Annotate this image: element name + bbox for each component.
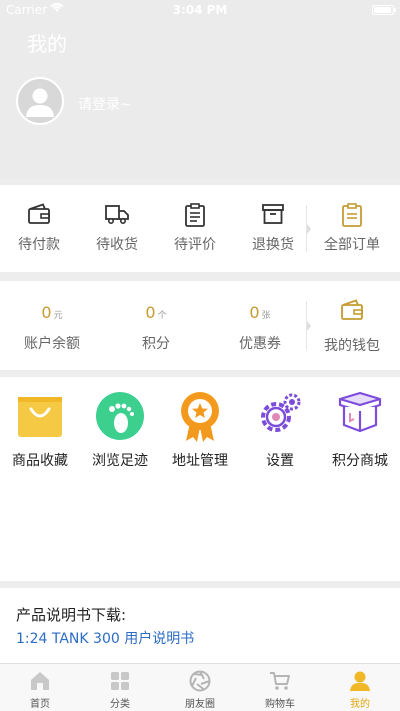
- gear-icon: [261, 393, 301, 432]
- all-orders-label: 全部订单: [324, 237, 380, 253]
- stat-label: 账户余额: [24, 336, 80, 352]
- clipboard-icon: [185, 203, 205, 227]
- tab-label: 首页: [30, 699, 50, 710]
- tab-bar: 首页 分类 朋友圈 购物车 我的: [0, 663, 400, 711]
- wallet-icon: [28, 203, 50, 224]
- order-pending-review[interactable]: 待评价: [156, 185, 234, 272]
- grid-icon: [111, 672, 129, 690]
- battery-icon: [372, 5, 396, 15]
- tab-label: 我的: [350, 699, 370, 710]
- footprint-icon: [96, 392, 144, 440]
- service-label: 浏览足迹: [92, 453, 148, 469]
- order-list-icon: [342, 203, 362, 227]
- service-points-mall[interactable]: 积分商城: [320, 377, 400, 581]
- tab-label: 朋友圈: [185, 699, 215, 710]
- balance-stat[interactable]: 0元 账户余额: [0, 281, 104, 370]
- services-section: 商品收藏 浏览足迹 地址管理 设置 积分商城: [0, 377, 400, 581]
- camera-aperture-icon: [189, 670, 211, 692]
- orders-section: 待付款 待收货 待评价 退换货 全部订单: [0, 185, 400, 272]
- profile-header: Carrier 3:04 PM 我的 请登录~: [0, 0, 400, 178]
- user-icon: [350, 671, 370, 691]
- service-settings[interactable]: 设置: [240, 377, 320, 581]
- clock: 3:04 PM: [172, 3, 228, 17]
- order-label: 退换货: [252, 237, 294, 253]
- manual-download-link[interactable]: 1:24 TANK 300 用户说明书: [16, 628, 194, 648]
- page-title: 我的: [27, 32, 67, 56]
- order-label: 待收货: [96, 237, 138, 253]
- manual-title: 产品说明书下载:: [16, 606, 127, 624]
- stat-value: 0张: [249, 303, 271, 322]
- box-icon: [262, 204, 284, 224]
- order-pending-receipt[interactable]: 待收货: [78, 185, 156, 272]
- truck-icon: [105, 205, 129, 225]
- service-label: 积分商城: [332, 453, 388, 469]
- favorites-bag-icon: [18, 397, 62, 437]
- home-icon: [31, 672, 49, 690]
- my-wallet-button[interactable]: 我的钱包: [312, 281, 392, 370]
- service-favorites[interactable]: 商品收藏: [0, 377, 80, 581]
- service-label: 地址管理: [172, 453, 228, 469]
- badge-star-icon: [181, 392, 219, 442]
- avatar[interactable]: [16, 77, 64, 125]
- stat-label: 优惠券: [239, 336, 281, 352]
- status-bar: Carrier 3:04 PM: [0, 0, 400, 20]
- tab-mine[interactable]: 我的: [320, 664, 400, 711]
- assets-section: 0元 账户余额 0个 积分 0张 优惠券 我的钱包: [0, 281, 400, 370]
- tab-home[interactable]: 首页: [0, 664, 80, 711]
- manual-section: 产品说明书下载: 1:24 TANK 300 用户说明书: [0, 588, 400, 663]
- tab-moments[interactable]: 朋友圈: [160, 664, 240, 711]
- all-orders-button[interactable]: 全部订单: [312, 185, 392, 272]
- order-returns[interactable]: 退换货: [234, 185, 312, 272]
- order-pending-payment[interactable]: 待付款: [0, 185, 78, 272]
- login-link[interactable]: 请登录~: [78, 94, 132, 114]
- coupons-stat[interactable]: 0张 优惠券: [208, 281, 312, 370]
- points-stat[interactable]: 0个 积分: [104, 281, 208, 370]
- order-label: 待评价: [174, 237, 216, 253]
- wallet-label: 我的钱包: [324, 338, 380, 354]
- service-address[interactable]: 地址管理: [160, 377, 240, 581]
- stat-value: 0个: [145, 303, 167, 322]
- service-footprints[interactable]: 浏览足迹: [80, 377, 160, 581]
- wallet-icon: [341, 299, 363, 320]
- tab-label: 购物车: [265, 699, 295, 710]
- service-label: 商品收藏: [12, 453, 68, 469]
- order-label: 待付款: [18, 237, 60, 253]
- tab-cart[interactable]: 购物车: [240, 664, 320, 711]
- tab-categories[interactable]: 分类: [80, 664, 160, 711]
- tab-label: 分类: [110, 699, 130, 710]
- user-placeholder-icon: [26, 88, 54, 117]
- stat-value: 0元: [41, 303, 63, 322]
- gift-box-icon: [338, 391, 382, 433]
- stat-label: 积分: [142, 336, 170, 352]
- cart-icon: [270, 672, 290, 690]
- service-label: 设置: [266, 453, 294, 469]
